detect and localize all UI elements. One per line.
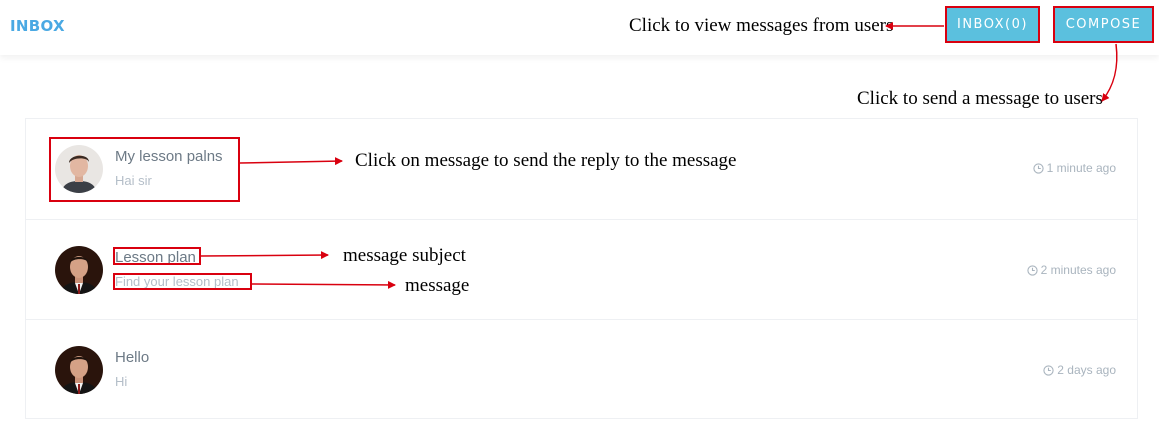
annotation-arrows — [200, 22, 1118, 289]
subject-arrow — [200, 251, 329, 260]
reply-arrow — [239, 157, 343, 166]
message-arrow — [251, 280, 396, 289]
compose-arrow — [1101, 43, 1118, 102]
